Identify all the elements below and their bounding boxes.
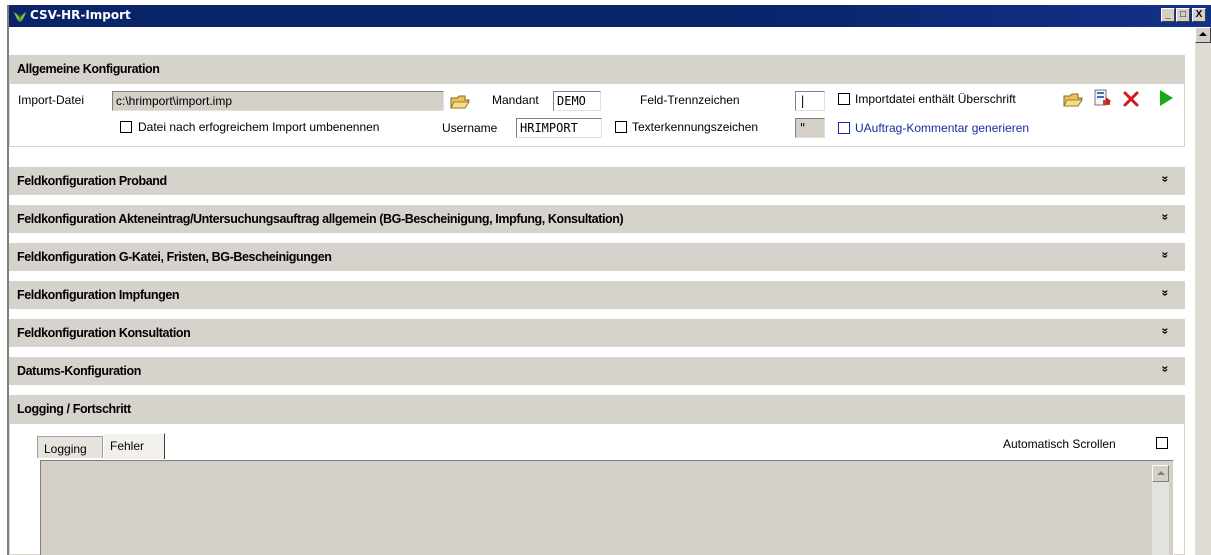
expand-chevron-icon[interactable]: »	[1159, 290, 1173, 297]
scroll-up-arrow-icon[interactable]	[1195, 27, 1211, 43]
logging-header[interactable]: Logging / Fortschritt	[9, 395, 1185, 423]
comment-checkbox-label: UAuftrag-Kommentar generieren	[855, 121, 1030, 135]
section-header-impfungen[interactable]: Feldkonfiguration Impfungen »	[9, 281, 1185, 309]
section-header-konsultation[interactable]: Feldkonfiguration Konsultation »	[9, 319, 1185, 347]
autoscroll-label: Automatisch Scrollen	[1003, 437, 1116, 451]
autoscroll-checkbox[interactable]	[1156, 437, 1168, 449]
window-scrollbar[interactable]	[1195, 27, 1211, 555]
username-field[interactable]: HRIMPORT	[516, 118, 602, 138]
separator-label: Feld-Trennzeichen	[640, 93, 740, 107]
text-qualifier-label: Texterkennungszeichen	[632, 120, 759, 134]
section-title: Feldkonfiguration Akteneintrag/Untersuch…	[17, 212, 624, 226]
text-qualifier-checkbox[interactable]	[615, 121, 627, 133]
section-title: Datums-Konfiguration	[17, 364, 141, 378]
tab-fehler[interactable]: Fehler	[103, 433, 165, 459]
section-title: Feldkonfiguration G-Katei, Fristen, BG-B…	[17, 250, 332, 264]
text-qualifier-field[interactable]: "	[795, 118, 825, 138]
error-log-area[interactable]	[40, 460, 1174, 555]
play-icon[interactable]	[1156, 89, 1176, 107]
section-header-g-katei[interactable]: Feldkonfiguration G-Katei, Fristen, BG-B…	[9, 243, 1185, 271]
expand-chevron-icon[interactable]: »	[1159, 252, 1173, 259]
minimize-button[interactable]: _	[1161, 8, 1175, 22]
section-title: Feldkonfiguration Proband	[17, 174, 167, 188]
close-button[interactable]: X	[1192, 8, 1206, 22]
general-config-header[interactable]: Allgemeine Konfiguration	[9, 55, 1185, 83]
main-window: CSV-HR-Import _ □ X Allgemeine Konfigura…	[7, 5, 1211, 555]
header-checkbox-label: Importdatei enthält Überschrift	[855, 92, 1016, 106]
separator-field[interactable]: |	[795, 91, 825, 111]
section-header-akteneintrag[interactable]: Feldkonfiguration Akteneintrag/Untersuch…	[9, 205, 1185, 233]
scroll-track[interactable]	[1195, 43, 1211, 555]
expand-chevron-icon[interactable]: »	[1159, 214, 1173, 221]
section-title: Feldkonfiguration Impfungen	[17, 288, 180, 302]
expand-chevron-icon[interactable]: »	[1159, 366, 1173, 373]
expand-chevron-icon[interactable]: »	[1159, 176, 1173, 183]
title-bar[interactable]: CSV-HR-Import _ □ X	[9, 5, 1211, 27]
folder-open-icon[interactable]	[450, 93, 470, 111]
header-checkbox[interactable]	[838, 93, 850, 105]
log-scrollbar[interactable]	[1152, 465, 1169, 555]
folder-open-icon[interactable]	[1063, 91, 1083, 109]
leaf-icon	[14, 12, 26, 22]
import-file-label: Import-Datei	[18, 93, 85, 107]
content-area: Allgemeine Konfiguration Import-Datei c:…	[9, 27, 1195, 555]
tab-logging[interactable]: Logging	[37, 436, 103, 458]
rename-checkbox[interactable]	[120, 121, 132, 133]
mandant-label: Mandant	[492, 93, 539, 107]
maximize-button[interactable]: □	[1176, 8, 1190, 22]
scroll-up-arrow-icon[interactable]	[1152, 465, 1169, 482]
username-label: Username	[442, 121, 498, 135]
section-header-datums[interactable]: Datums-Konfiguration »	[9, 357, 1185, 385]
window-title: CSV-HR-Import	[30, 8, 131, 22]
general-config-title: Allgemeine Konfiguration	[17, 62, 160, 76]
delete-icon[interactable]	[1121, 90, 1141, 108]
save-icon[interactable]	[1093, 89, 1113, 107]
comment-checkbox[interactable]	[838, 122, 850, 134]
section-title: Feldkonfiguration Konsultation	[17, 326, 191, 340]
section-header-proband[interactable]: Feldkonfiguration Proband »	[9, 167, 1185, 195]
rename-checkbox-label: Datei nach erfogreichem Import umbenenne…	[138, 120, 380, 134]
logging-title: Logging / Fortschritt	[17, 402, 131, 416]
mandant-field[interactable]: DEMO	[553, 91, 601, 111]
general-config-panel: Import-Datei c:\hrimport\import.imp Mand…	[9, 83, 1185, 147]
logging-panel: Logging Fehler Automatisch Scrollen	[9, 423, 1185, 555]
expand-chevron-icon[interactable]: »	[1159, 328, 1173, 335]
import-file-field[interactable]: c:\hrimport\import.imp	[112, 91, 444, 111]
